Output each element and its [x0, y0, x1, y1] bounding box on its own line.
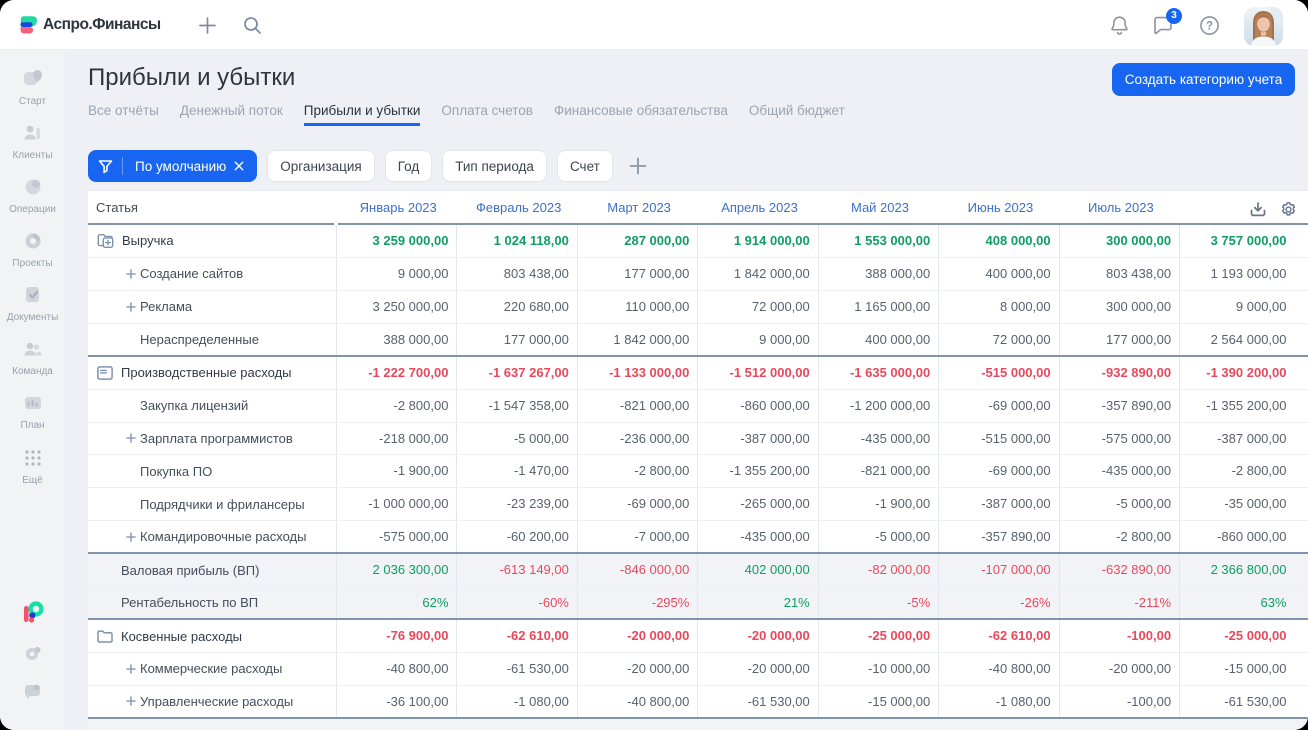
svg-text:?: ?	[1206, 21, 1213, 33]
